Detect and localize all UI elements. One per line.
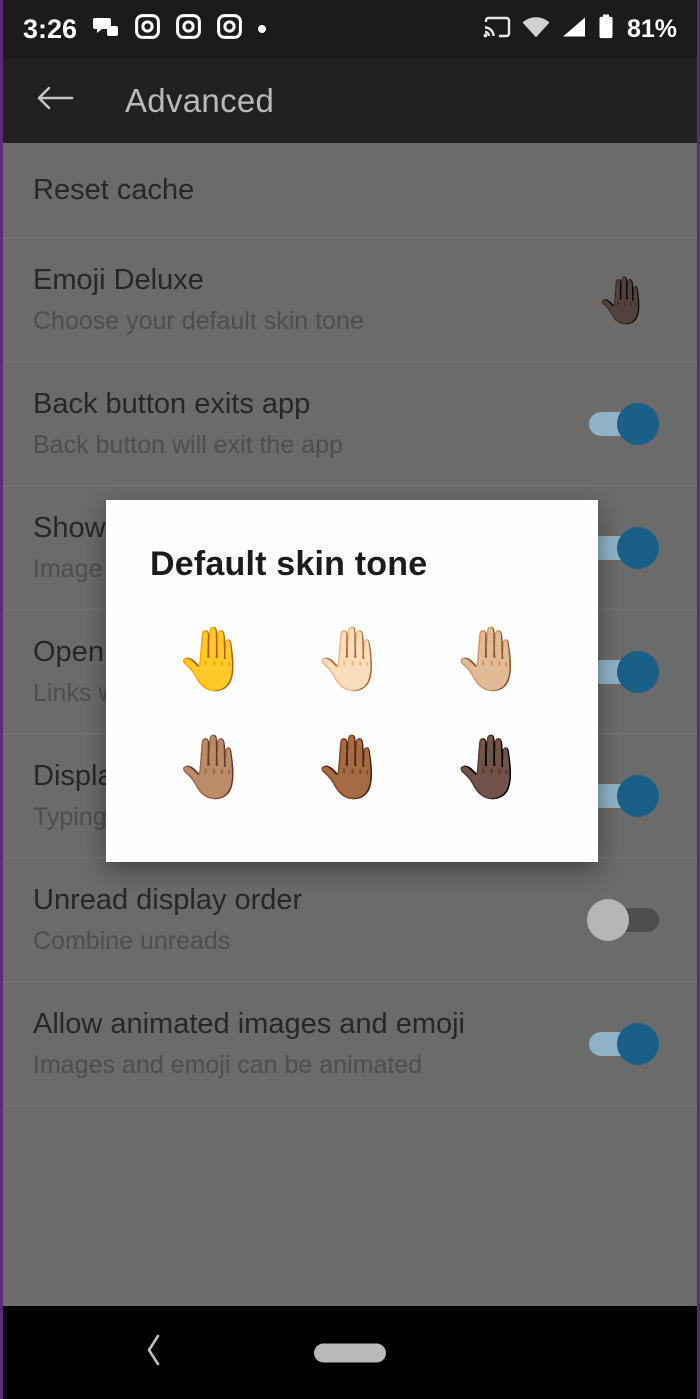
- toggle-thumb: [617, 402, 659, 445]
- toggle-thumb: [587, 898, 629, 941]
- status-bar-left: 3:26: [23, 14, 483, 44]
- nav-home-pill[interactable]: [314, 1343, 386, 1362]
- skin-tone-option-medium-dark[interactable]: 🤚🏾: [283, 714, 422, 822]
- row-title: Unread display order: [33, 884, 303, 917]
- toggle-thumb: [617, 774, 659, 817]
- back-button[interactable]: [33, 79, 77, 123]
- row-texts: Back button exits app Back button will e…: [33, 386, 587, 461]
- row-texts: Unread display order Combine unreads: [33, 882, 587, 957]
- toggle-switch[interactable]: [587, 898, 661, 941]
- phone-screen: 3:26 81% Advanced Reset cache Emoji Delu…: [0, 0, 700, 1399]
- toggle-thumb: [617, 650, 659, 693]
- page-title: Advanced: [125, 81, 275, 119]
- row-texts: Allow animated images and emoji Images a…: [33, 1006, 587, 1081]
- arrow-left-icon: [35, 83, 75, 118]
- skin-tone-option-light[interactable]: 🤚🏻: [283, 606, 422, 714]
- toggle-switch[interactable]: [587, 1022, 661, 1065]
- row-subtitle: Choose your default skin tone: [33, 306, 364, 335]
- setting-row-emoji-deluxe[interactable]: Emoji Deluxe Choose your default skin to…: [3, 238, 697, 362]
- cast-icon: [483, 15, 511, 44]
- row-title: Emoji Deluxe: [33, 264, 204, 297]
- system-nav-bar: [3, 1306, 697, 1399]
- chat-icon: [93, 15, 119, 44]
- row-texts: Reset cache: [33, 172, 667, 208]
- row-subtitle: Images and emoji can be animated: [33, 1050, 423, 1079]
- row-subtitle: Back button will exit the app: [33, 430, 343, 459]
- row-texts: Emoji Deluxe Choose your default skin to…: [33, 262, 596, 337]
- toggle-thumb: [617, 1022, 659, 1065]
- setting-row-unread-display-order[interactable]: Unread display order Combine unreads: [3, 858, 697, 982]
- skin-tone-option-medium-light[interactable]: 🤚🏼: [421, 606, 560, 714]
- camera-icon: [135, 14, 160, 44]
- toggle-switch[interactable]: [587, 650, 661, 693]
- toggle-switch[interactable]: [587, 774, 661, 817]
- toggle-switch[interactable]: [587, 526, 661, 569]
- battery-percent-label: 81%: [626, 14, 677, 43]
- skin-tone-option-default[interactable]: 🤚: [144, 606, 283, 714]
- row-title: Allow animated images and emoji: [33, 1008, 465, 1041]
- row-subtitle: Combine unreads: [33, 926, 231, 955]
- setting-row-reset-cache[interactable]: Reset cache: [3, 143, 697, 238]
- battery-icon: [598, 14, 614, 44]
- setting-row-allow-animated[interactable]: Allow animated images and emoji Images a…: [3, 982, 697, 1106]
- skin-tone-grid: 🤚 🤚🏻 🤚🏼 🤚🏽 🤚🏾 🤚🏿: [106, 584, 598, 852]
- raised-hand-icon[interactable]: 🤚🏿: [596, 277, 653, 323]
- dialog-title: Default skin tone: [150, 545, 428, 583]
- skin-tone-option-medium[interactable]: 🤚🏽: [144, 714, 283, 822]
- default-skin-tone-dialog: Default skin tone 🤚 🤚🏻 🤚🏼 🤚🏽 🤚🏾 🤚🏿: [106, 500, 598, 862]
- camera-icon: [217, 14, 242, 44]
- skin-tone-option-dark[interactable]: 🤚🏿: [421, 714, 560, 822]
- toggle-thumb: [617, 526, 659, 569]
- status-bar: 3:26 81%: [3, 0, 697, 58]
- setting-row-back-button-exits-app[interactable]: Back button exits app Back button will e…: [3, 362, 697, 486]
- list-empty-area: [3, 1106, 697, 1306]
- row-title: Reset cache: [33, 173, 195, 206]
- camera-icon: [176, 14, 201, 44]
- chevron-left-icon: [142, 1333, 166, 1372]
- row-title: Back button exits app: [33, 388, 311, 421]
- cellular-signal-icon: [561, 16, 587, 43]
- app-bar: Advanced: [3, 58, 697, 143]
- wifi-icon: [522, 16, 550, 43]
- toggle-switch[interactable]: [587, 402, 661, 445]
- status-bar-right: 81%: [483, 14, 677, 44]
- status-clock: 3:26: [23, 13, 78, 44]
- dot-icon: [258, 25, 267, 33]
- nav-back-button[interactable]: [131, 1330, 177, 1376]
